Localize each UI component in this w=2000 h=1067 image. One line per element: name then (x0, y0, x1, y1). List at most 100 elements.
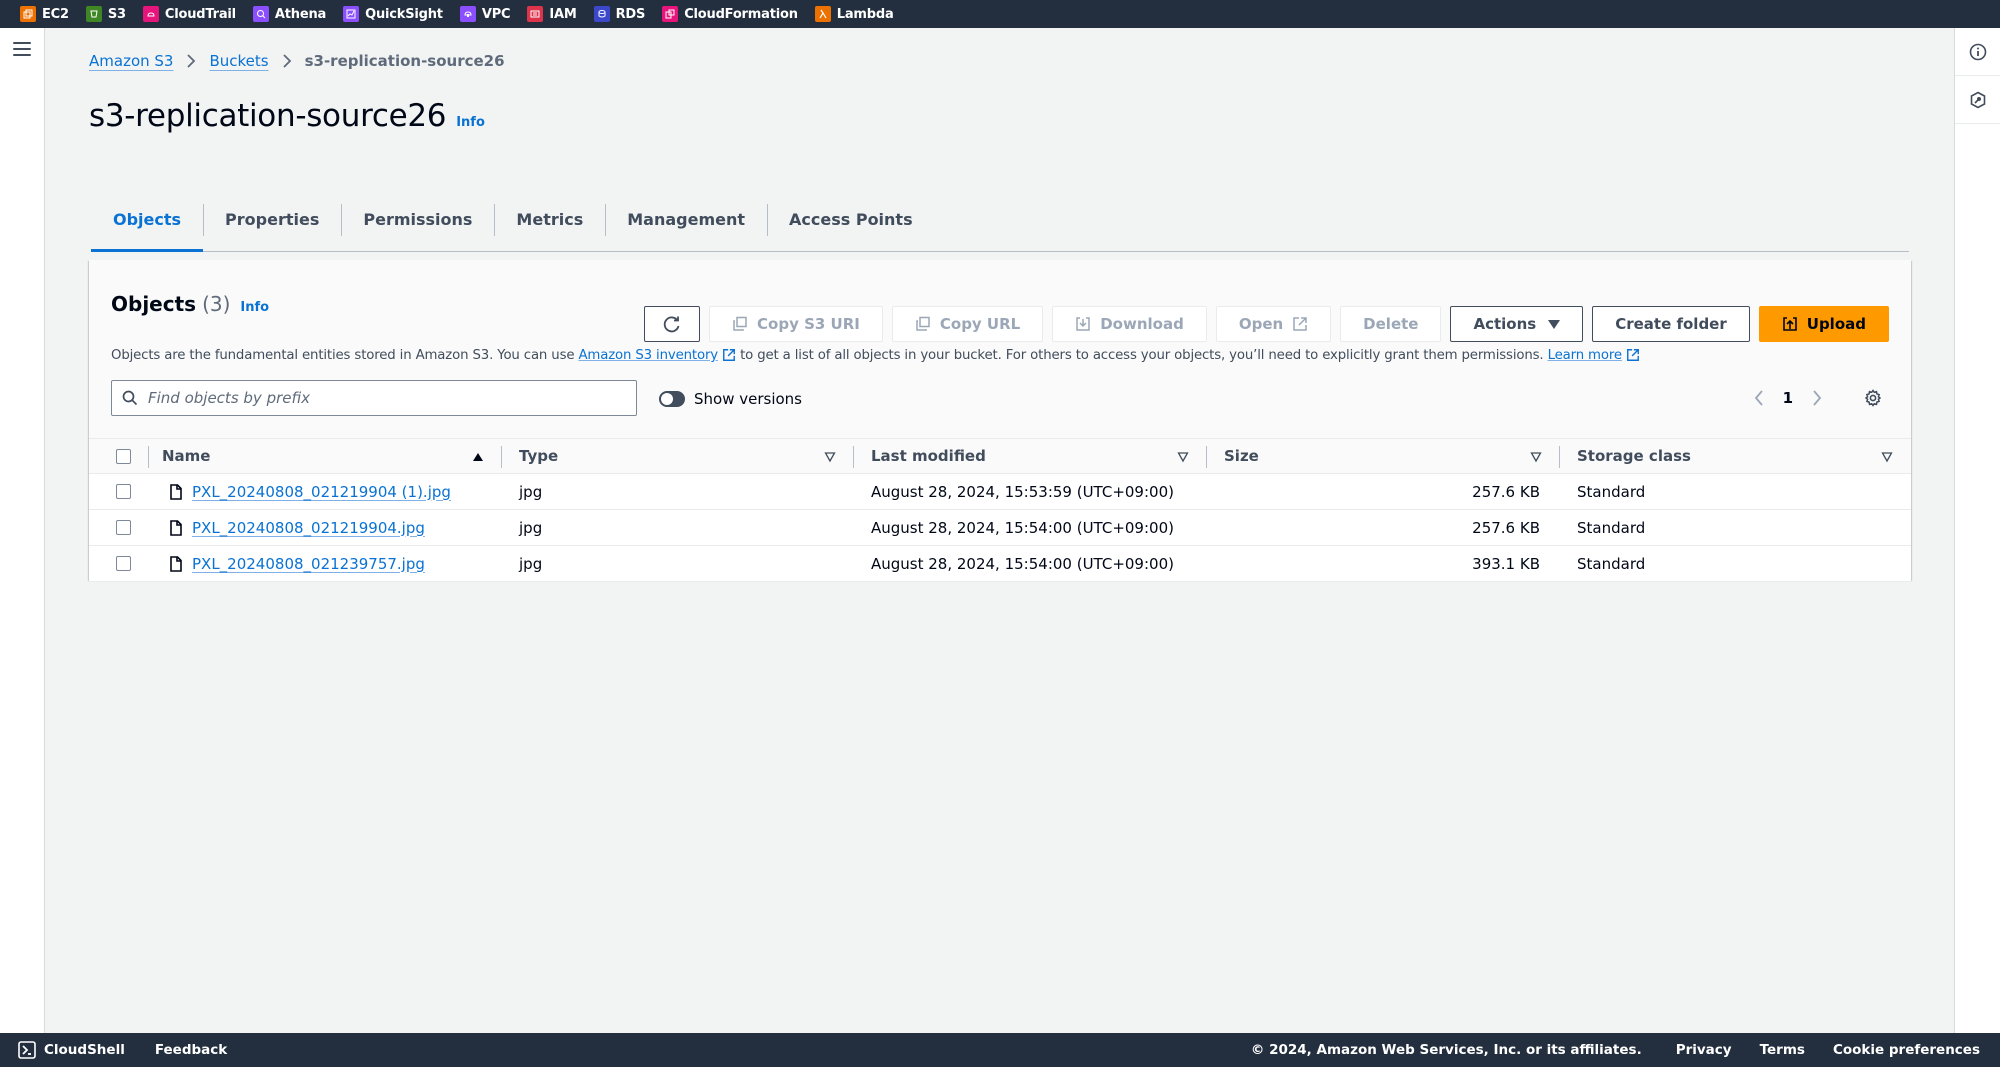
terminal-icon (18, 1041, 36, 1059)
service-shortcut-rds[interactable]: RDS (593, 6, 645, 22)
service-label: IAM (549, 6, 577, 22)
service-label: Lambda (836, 6, 894, 22)
table-header: Name Type Last modified Size Storage cla… (89, 438, 1911, 474)
column-header-name[interactable]: Name (149, 439, 502, 473)
copy-s3-uri-button[interactable]: Copy S3 URI (709, 306, 883, 342)
upload-label: Upload (1806, 315, 1866, 333)
sort-icon[interactable] (1177, 451, 1189, 463)
upload-button[interactable]: Upload (1758, 306, 1889, 342)
chevron-right-icon (186, 54, 196, 68)
object-name-link[interactable]: PXL_20240808_021219904.jpg (192, 519, 425, 537)
object-name-cell: PXL_20240808_021239757.jpg (149, 546, 502, 581)
object-name-link[interactable]: PXL_20240808_021219904 (1).jpg (192, 483, 451, 501)
sort-icon[interactable] (1530, 451, 1542, 463)
settings-panel-button[interactable] (1955, 76, 2000, 124)
service-shortcut-ec2[interactable]: EC2 (20, 6, 69, 22)
breadcrumb-amazon-s3[interactable]: Amazon S3 (89, 52, 173, 70)
feedback-button[interactable]: Feedback (155, 1042, 227, 1058)
sort-icon[interactable] (1881, 451, 1893, 463)
cloudshell-button[interactable]: CloudShell (18, 1041, 125, 1059)
menu-icon[interactable] (13, 42, 31, 56)
service-shortcut-cloudformation[interactable]: CloudFormation (662, 6, 798, 22)
table-row[interactable]: PXL_20240808_021219904.jpg jpg August 28… (89, 510, 1911, 546)
sort-icon[interactable] (824, 451, 836, 463)
column-header-size[interactable]: Size (1207, 439, 1560, 473)
service-shortcut-cloudtrail[interactable]: CloudTrail (142, 6, 236, 22)
terms-link[interactable]: Terms (1760, 1042, 1805, 1058)
refresh-button[interactable] (644, 306, 701, 342)
object-name-link[interactable]: PXL_20240808_021239757.jpg (192, 555, 425, 573)
delete-button[interactable]: Delete (1340, 306, 1442, 342)
objects-table: Name Type Last modified Size Storage cla… (89, 438, 1911, 582)
toggle-track[interactable] (659, 391, 685, 407)
download-label: Download (1100, 315, 1184, 333)
tab-management[interactable]: Management (605, 188, 767, 251)
open-button[interactable]: Open (1215, 306, 1332, 342)
select-all-checkbox[interactable] (115, 448, 131, 464)
next-page-button[interactable] (1803, 384, 1831, 412)
privacy-link[interactable]: Privacy (1676, 1042, 1732, 1058)
tab-permissions[interactable]: Permissions (341, 188, 494, 251)
column-header-storage-class[interactable]: Storage class (1560, 439, 1911, 473)
service-label: VPC (481, 6, 511, 22)
service-shortcut-athena[interactable]: Athena (252, 6, 326, 22)
objects-container: Objects (3) Info Copy S3 URI Copy URL Do… (89, 260, 1911, 582)
column-label: Storage class (1577, 447, 1691, 465)
vpc-icon (459, 6, 476, 22)
objects-description: Objects are the fundamental entities sto… (111, 348, 1640, 366)
objects-header: Objects (3) Info (111, 292, 269, 316)
table-row[interactable]: PXL_20240808_021239757.jpg jpg August 28… (89, 546, 1911, 582)
service-label: QuickSight (365, 6, 443, 22)
copy-s3-uri-label: Copy S3 URI (757, 315, 860, 333)
create-folder-button[interactable]: Create folder (1592, 306, 1750, 342)
page-title: s3-replication-source26 (89, 98, 447, 134)
service-shortcut-quicksight[interactable]: QuickSight (343, 6, 443, 22)
s3-inventory-link[interactable]: Amazon S3 inventory (578, 348, 718, 363)
column-label: Type (519, 447, 559, 465)
info-panel-button[interactable] (1955, 28, 2000, 76)
service-shortcut-lambda[interactable]: Lambda (814, 6, 894, 22)
copy-url-label: Copy URL (939, 315, 1021, 333)
service-shortcut-s3[interactable]: S3 (85, 6, 126, 22)
row-checkbox[interactable] (115, 520, 131, 535)
column-header-type[interactable]: Type (502, 439, 854, 473)
actions-dropdown[interactable]: Actions (1450, 306, 1584, 342)
search-icon (122, 390, 138, 406)
service-shortcut-vpc[interactable]: VPC (459, 6, 511, 22)
table-preferences-button[interactable] (1859, 384, 1887, 412)
learn-more-link[interactable]: Learn more (1548, 348, 1622, 363)
ec2-icon (20, 6, 36, 22)
show-versions-toggle[interactable]: Show versions (659, 390, 802, 408)
column-header-last-modified[interactable]: Last modified (854, 439, 1207, 473)
previous-page-button[interactable] (1745, 384, 1773, 412)
search-field (111, 380, 637, 416)
top-navigation: EC2 S3 CloudTrail Athena QuickSight VPC … (0, 0, 2000, 28)
object-storage-class: Standard (1577, 482, 1646, 501)
copy-url-button[interactable]: Copy URL (891, 306, 1044, 342)
row-checkbox[interactable] (115, 484, 131, 499)
download-icon (1075, 316, 1091, 332)
service-shortcut-iam[interactable]: IAM (527, 6, 577, 22)
row-select-cell (89, 510, 149, 545)
external-link-icon (722, 348, 736, 366)
breadcrumb-buckets[interactable]: Buckets (209, 52, 268, 70)
object-last-modified: August 28, 2024, 15:54:00 (UTC+09:00) (871, 518, 1174, 537)
cloudshell-label: CloudShell (44, 1042, 125, 1058)
sort-ascending-icon[interactable] (472, 451, 484, 463)
row-checkbox[interactable] (115, 556, 131, 571)
tab-metrics[interactable]: Metrics (494, 188, 605, 251)
page-info-link[interactable]: Info (456, 115, 485, 130)
tab-properties[interactable]: Properties (203, 188, 341, 251)
object-type: jpg (519, 518, 543, 537)
search-input[interactable] (148, 389, 608, 407)
upload-icon (1782, 316, 1798, 332)
download-button[interactable]: Download (1052, 306, 1207, 342)
hexagon-key-icon (1970, 91, 1986, 108)
service-label: CloudFormation (684, 6, 798, 22)
table-row[interactable]: PXL_20240808_021219904 (1).jpg jpg Augus… (89, 474, 1911, 510)
current-page[interactable]: 1 (1783, 389, 1793, 407)
tab-objects[interactable]: Objects (91, 188, 204, 252)
cookie-preferences-link[interactable]: Cookie preferences (1833, 1042, 1980, 1058)
objects-info-link[interactable]: Info (240, 300, 269, 315)
tab-access-points[interactable]: Access Points (767, 188, 935, 251)
